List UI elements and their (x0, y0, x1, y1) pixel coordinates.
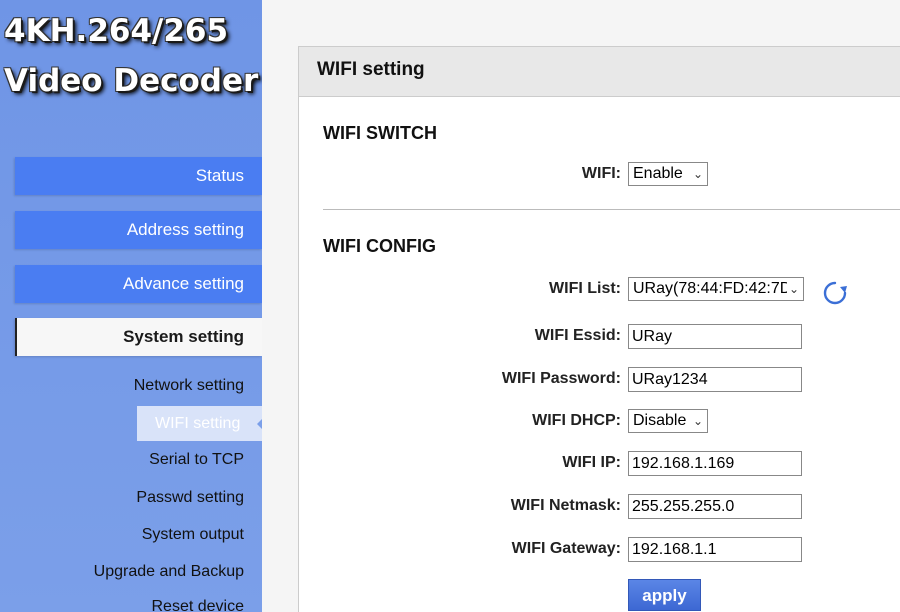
section-divider (323, 209, 900, 210)
subnav-wifi-setting[interactable]: WIFI setting (137, 406, 262, 441)
wifi-password-input[interactable]: URay1234 (628, 367, 802, 392)
apply-button[interactable]: apply (628, 579, 701, 611)
wifi-setting-panel: WIFI setting WIFI SWITCH WIFI: Enable ⌄ … (298, 46, 900, 612)
brand-line-2: Video Decoder (4, 63, 259, 99)
panel-title: WIFI setting (299, 47, 900, 97)
wifi-gateway-input[interactable]: 192.168.1.1 (628, 537, 802, 562)
subnav-passwd-setting[interactable]: Passwd setting (136, 489, 244, 507)
wifi-list-value: URay(78:44:FD:42:7D (633, 280, 792, 297)
wifi-switch-select[interactable]: Enable ⌄ (628, 162, 708, 186)
sidebar: 4KH.264/265 Video Decoder Status Address… (0, 0, 262, 612)
wifi-essid-input[interactable]: URay (628, 324, 802, 349)
nav-advance-setting-button[interactable]: Advance setting (15, 265, 262, 303)
nav-address-setting-button[interactable]: Address setting (15, 211, 262, 249)
wifi-switch-heading: WIFI SWITCH (323, 123, 437, 143)
subnav-network-setting[interactable]: Network setting (134, 377, 244, 395)
wifi-dhcp-label: WIFI DHCP: (532, 412, 621, 429)
wifi-config-heading: WIFI CONFIG (323, 236, 436, 256)
brand-line-1: 4KH.264/265 (4, 13, 229, 49)
wifi-dhcp-select[interactable]: Disable ⌄ (628, 409, 708, 433)
wifi-netmask-label: WIFI Netmask: (510, 497, 621, 514)
wifi-gateway-label: WIFI Gateway: (511, 540, 621, 557)
subnav-serial-to-tcp[interactable]: Serial to TCP (149, 451, 244, 469)
wifi-password-label: WIFI Password: (501, 370, 621, 387)
chevron-down-icon: ⌄ (786, 278, 799, 300)
wifi-switch-value: Enable (633, 165, 683, 182)
subnav-system-output[interactable]: System output (142, 526, 244, 544)
subnav-upgrade-and-backup[interactable]: Upgrade and Backup (94, 563, 244, 581)
wifi-list-select[interactable]: URay(78:44:FD:42:7D ⌄ (628, 277, 804, 301)
nav-system-setting-button[interactable]: System setting (15, 318, 262, 356)
wifi-netmask-input[interactable]: 255.255.255.0 (628, 494, 802, 519)
wifi-list-label: WIFI List: (549, 280, 621, 297)
wifi-ip-input[interactable]: 192.168.1.169 (628, 451, 802, 476)
wifi-switch-label: WIFI: (581, 165, 621, 182)
wifi-dhcp-value: Disable (633, 412, 687, 429)
chevron-down-icon: ⌄ (692, 414, 703, 428)
wifi-ip-label: WIFI IP: (562, 454, 621, 471)
refresh-icon[interactable] (820, 278, 850, 308)
wifi-essid-label: WIFI Essid: (534, 327, 621, 344)
chevron-down-icon: ⌄ (692, 167, 703, 181)
subnav-reset-device[interactable]: Reset device (152, 598, 245, 612)
brand-logo: 4KH.264/265 Video Decoder (4, 6, 262, 106)
nav-status-button[interactable]: Status (15, 157, 262, 195)
